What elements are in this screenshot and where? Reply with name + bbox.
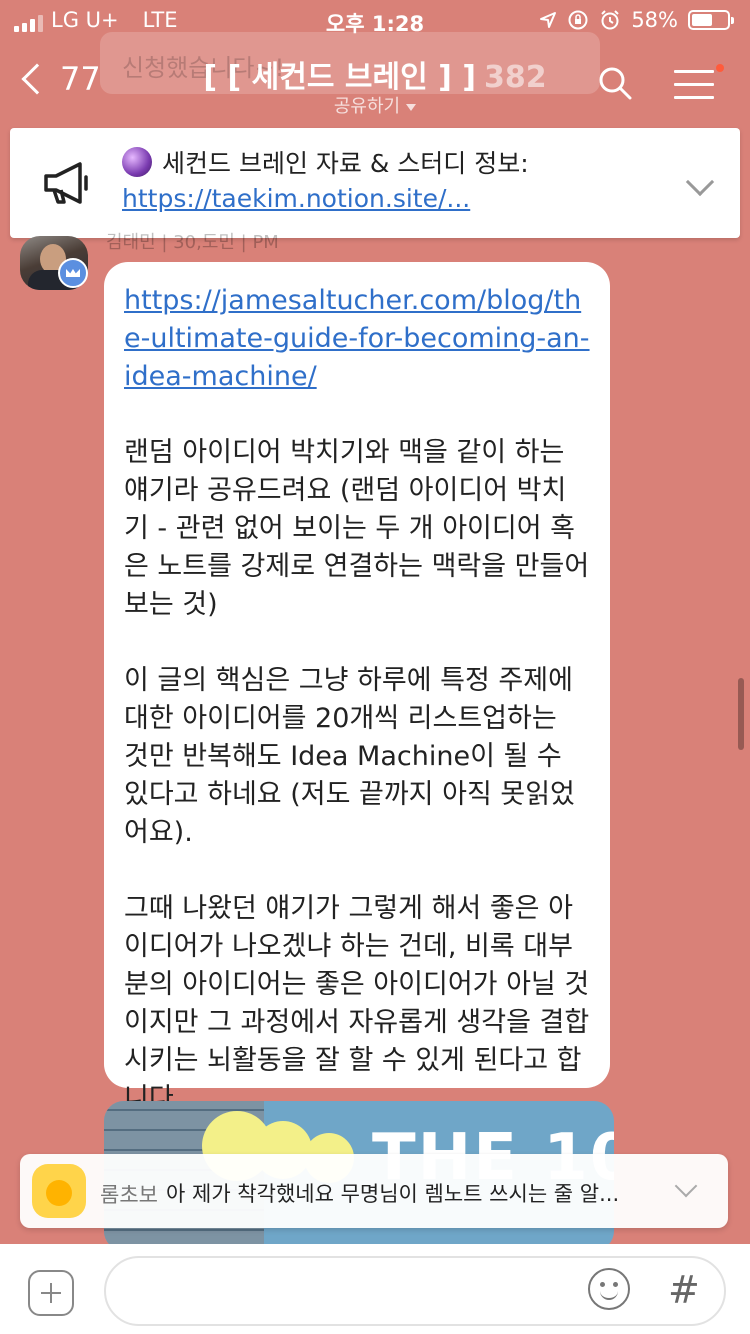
notification-dot — [716, 64, 724, 72]
message-link[interactable]: https://jamesaltucher.com/blog/the-ultim… — [124, 285, 590, 392]
toast-avatar — [32, 1164, 86, 1218]
chat-header: 신청했습니다~! 77 [ [ 세컨드 브레인 ] ] 382 공유하기 — [0, 32, 750, 128]
crown-badge-icon — [58, 258, 88, 288]
toast-preview: 아 제가 착각했네요 무명님이 렘노트 쓰시는 줄 알... — [166, 1182, 620, 1206]
hash-icon[interactable]: # — [668, 1268, 700, 1312]
message-paragraph: 이 글의 핵심은 그냥 하루에 특정 주제에 대한 아이디어를 20개씩 리스트… — [124, 665, 575, 848]
notice-text: 세컨드 브레인 자료 & 스터디 정보: https://taekim.noti… — [122, 146, 662, 216]
toast-sender: 롬초보 — [100, 1183, 158, 1207]
battery-percent: 58% — [631, 8, 678, 32]
battery-icon — [688, 10, 734, 30]
rotation-lock-icon — [568, 10, 588, 30]
location-arrow-icon — [540, 12, 557, 28]
chevron-down-icon[interactable] — [674, 1174, 698, 1198]
share-button[interactable]: 공유하기 — [0, 92, 750, 118]
chat-title: [ [ 세컨드 브레인 ] ] 382 — [0, 52, 750, 96]
input-bar: # — [0, 1244, 750, 1334]
notice-title: 세컨드 브레인 자료 & 스터디 정보: — [162, 149, 529, 178]
alarm-icon — [601, 10, 620, 30]
status-right: 58% — [539, 8, 734, 32]
megaphone-icon — [44, 162, 88, 204]
plus-icon[interactable] — [28, 1270, 74, 1316]
chevron-down-icon[interactable] — [685, 167, 715, 197]
member-count: 382 — [484, 60, 547, 95]
pinned-notice[interactable]: 세컨드 브레인 자료 & 스터디 정보: https://taekim.noti… — [10, 128, 740, 238]
hamburger-menu-icon[interactable] — [674, 70, 714, 100]
message-bubble[interactable]: https://jamesaltucher.com/blog/the-ultim… — [104, 262, 610, 1114]
crystal-ball-icon — [122, 147, 152, 177]
message-paragraph: 그때 나왔던 얘기가 그렇게 해서 좋은 아이디어가 나오겠냐 하는 건데, 비… — [124, 893, 590, 1114]
share-label: 공유하기 — [333, 96, 401, 117]
caret-down-icon — [406, 103, 417, 111]
message-paragraph: 랜덤 아이디어 박치기와 맥을 같이 하는 얘기라 공유드려요 (랜덤 아이디어… — [124, 437, 590, 620]
emoji-icon[interactable] — [588, 1268, 630, 1310]
search-icon[interactable] — [598, 66, 632, 100]
sender-name: 김태민 | 30,도민 | PM — [106, 232, 279, 253]
chat-room-name: [ [ 세컨드 브레인 ] ] — [203, 60, 477, 95]
scrollbar[interactable] — [738, 678, 744, 750]
battery-fill — [692, 14, 712, 26]
notice-link[interactable]: https://taekim.notion.site/... — [122, 184, 470, 213]
new-message-toast[interactable]: 롬초보 아 제가 착각했네요 무명님이 렘노트 쓰시는 줄 알... — [20, 1154, 728, 1228]
message-input[interactable] — [104, 1256, 726, 1326]
